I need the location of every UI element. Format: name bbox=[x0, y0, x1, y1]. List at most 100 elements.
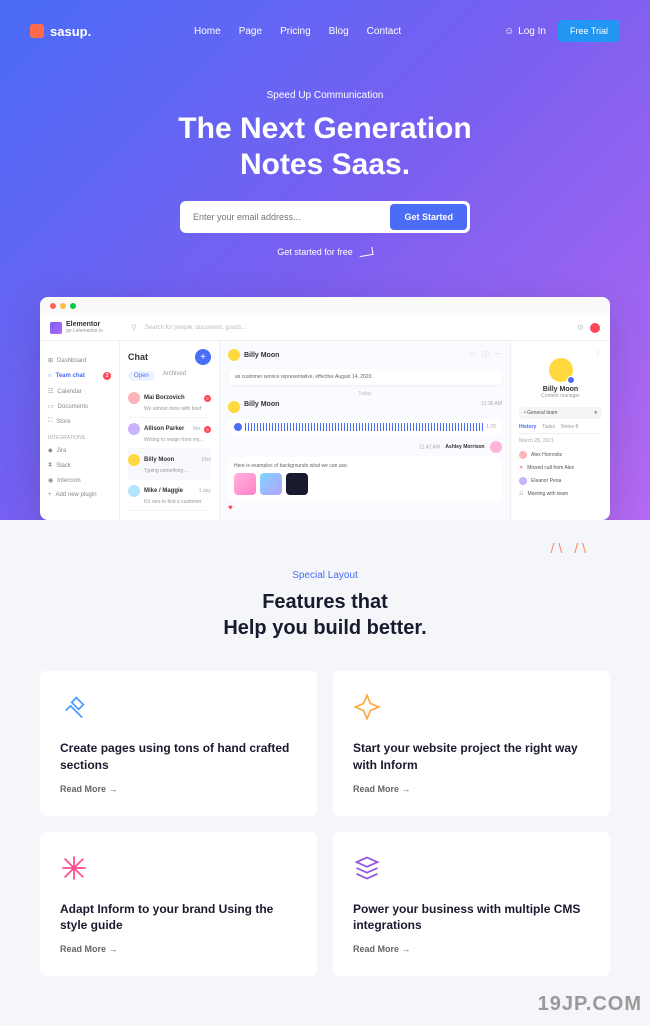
user-icon: ☺ bbox=[504, 26, 514, 37]
avatar bbox=[490, 441, 502, 453]
swatch[interactable] bbox=[286, 473, 308, 495]
app-brand: Elementor bbox=[66, 321, 103, 328]
sidebar-item-addplugin[interactable]: +Add new plugin bbox=[48, 488, 111, 502]
app-mockup: Elementor go.t.elementor.io ⚲ Search for… bbox=[40, 297, 610, 520]
chat-list: Chat + Open Archived Mai Borzovich2 We a… bbox=[120, 341, 220, 520]
msg-sender: Billy Moon bbox=[244, 401, 279, 408]
search-input[interactable]: Search for people, document, goods... bbox=[145, 325, 569, 331]
app-brand-icon bbox=[50, 322, 62, 334]
history-date: March 28, 2021 bbox=[519, 438, 602, 444]
profile-panel: ⋮ Billy Moon Content manager • General t… bbox=[510, 341, 610, 520]
read-more-link[interactable]: Read More → bbox=[60, 944, 297, 954]
heart-icon[interactable]: ♥ bbox=[228, 503, 502, 512]
settings-icon[interactable]: ⚙ bbox=[577, 323, 584, 332]
free-trial-button[interactable]: Free Trial bbox=[558, 20, 620, 42]
notification-badge[interactable] bbox=[590, 323, 600, 333]
info-icon[interactable]: ⓘ bbox=[482, 350, 489, 360]
profile-name: Billy Moon bbox=[519, 386, 602, 393]
window-controls bbox=[40, 297, 610, 315]
profile-avatar bbox=[549, 358, 573, 382]
avatar bbox=[128, 392, 140, 404]
rocket-icon bbox=[353, 693, 381, 721]
email-input[interactable] bbox=[183, 204, 390, 230]
integrations-label: INTEGRATIONS bbox=[48, 435, 111, 441]
chat-item[interactable]: Billy Moon15m Typing something ... bbox=[128, 449, 211, 480]
nav-pricing[interactable]: Pricing bbox=[280, 26, 311, 37]
msg-sender: Ashley Morrison bbox=[445, 444, 484, 450]
nav-contact[interactable]: Contact bbox=[367, 26, 401, 37]
chat-thread: Billy Moon ☆ ⓘ ⋯ as customer service rep… bbox=[220, 341, 510, 520]
avatar bbox=[228, 401, 240, 413]
thread-name: Billy Moon bbox=[244, 352, 279, 359]
tab-archived[interactable]: Archived bbox=[163, 371, 186, 381]
sidebar-item-store[interactable]: ⛶Store bbox=[48, 414, 111, 429]
sidebar-item-jira[interactable]: ◆Jira bbox=[48, 443, 111, 458]
nav-blog[interactable]: Blog bbox=[329, 26, 349, 37]
waveform bbox=[245, 423, 483, 431]
avatar bbox=[519, 477, 527, 485]
feature-card: Create pages using tons of hand crafted … bbox=[40, 671, 317, 816]
nav-home[interactable]: Home bbox=[194, 26, 221, 37]
sidebar-item-calendar[interactable]: ☷Calendar bbox=[48, 384, 111, 399]
verified-icon bbox=[567, 376, 575, 384]
badge: 2 bbox=[204, 395, 211, 402]
avatar bbox=[519, 451, 527, 459]
sidebar-item-documents[interactable]: ▭Documents bbox=[48, 399, 111, 414]
date-divider: Today bbox=[228, 391, 502, 397]
sidebar-item-dashboard[interactable]: ⊞Dashboard bbox=[48, 353, 111, 368]
read-more-link[interactable]: Read More → bbox=[353, 944, 590, 954]
sidebar: ⊞Dashboard ○Team chat3 ☷Calendar ▭Docume… bbox=[40, 341, 120, 520]
play-icon[interactable] bbox=[234, 423, 242, 431]
features-eyebrow: Special Layout bbox=[40, 570, 610, 581]
missed-call-icon: ✕ bbox=[519, 465, 523, 471]
sidebar-item-slack[interactable]: ⧗Slack bbox=[48, 458, 111, 473]
history-item[interactable]: Eleanor Pena⋮ bbox=[519, 474, 602, 488]
tab-open[interactable]: Open bbox=[128, 371, 155, 381]
get-started-button[interactable]: Get Started bbox=[390, 204, 467, 230]
chat-item[interactable]: Allison Parker8m5 Writing to resign from… bbox=[128, 418, 211, 449]
message-card: Here is examples of backgrounds what we … bbox=[228, 457, 502, 501]
nav-page[interactable]: Page bbox=[239, 26, 262, 37]
sidebar-item-teamchat[interactable]: ○Team chat3 bbox=[48, 368, 111, 384]
chat-item[interactable]: Mai Borzovich2 We almost done with brief bbox=[128, 387, 211, 418]
design-icon bbox=[60, 854, 88, 882]
more-icon[interactable]: ⋯ bbox=[495, 350, 502, 360]
feature-card: Power your business with multiple CMS in… bbox=[333, 832, 610, 977]
swatch[interactable] bbox=[234, 473, 256, 495]
decoration: /\ /\ bbox=[551, 540, 590, 556]
read-more-link[interactable]: Read More → bbox=[353, 784, 590, 794]
tab-history[interactable]: History bbox=[519, 424, 536, 430]
message: as customer service representative, effe… bbox=[228, 369, 502, 385]
free-text: Get started for free bbox=[30, 247, 620, 257]
chat-title: Chat bbox=[128, 352, 148, 362]
read-more-link[interactable]: Read More → bbox=[60, 784, 297, 794]
features-section: /\ /\ Special Layout Features that Help … bbox=[0, 520, 650, 1026]
chat-item[interactable]: Mike / Maggie1 day It's rare to find a c… bbox=[128, 480, 211, 511]
panel-menu-icon[interactable]: ⋮ bbox=[519, 349, 602, 358]
avatar bbox=[128, 485, 140, 497]
audio-message[interactable]: 1:25 bbox=[228, 419, 502, 435]
logo[interactable]: sasup. bbox=[30, 24, 91, 39]
tab-notes[interactable]: Notes 8 bbox=[561, 424, 578, 430]
sidebar-item-intercom[interactable]: ◉Intercom bbox=[48, 473, 111, 488]
team-select[interactable]: • General team▾ bbox=[519, 407, 602, 419]
nav-links: Home Page Pricing Blog Contact bbox=[194, 26, 401, 37]
logo-icon bbox=[30, 24, 44, 38]
tab-tasks[interactable]: Tasks bbox=[542, 424, 555, 430]
login-link[interactable]: ☺ Log In bbox=[504, 26, 546, 37]
more-icon[interactable]: ⋮ bbox=[597, 478, 602, 484]
email-form: Get Started bbox=[180, 201, 470, 233]
history-item[interactable]: ✕Missed call from Alex bbox=[519, 462, 602, 474]
profile-role: Content manager bbox=[519, 393, 602, 399]
swatch[interactable] bbox=[260, 473, 282, 495]
logo-text: sasup. bbox=[50, 24, 91, 39]
more-icon[interactable]: ⋮ bbox=[597, 452, 602, 458]
badge: 5 bbox=[204, 426, 211, 433]
history-item[interactable]: ☷Meeting with team bbox=[519, 488, 602, 500]
star-icon[interactable]: ☆ bbox=[470, 350, 476, 360]
add-chat-button[interactable]: + bbox=[195, 349, 211, 365]
msg-time: 11:42 AM bbox=[419, 444, 440, 450]
badge: 3 bbox=[103, 372, 111, 380]
app-brand-sub: go.t.elementor.io bbox=[66, 328, 103, 334]
history-item[interactable]: Alex Horrovitz⋮ bbox=[519, 448, 602, 462]
